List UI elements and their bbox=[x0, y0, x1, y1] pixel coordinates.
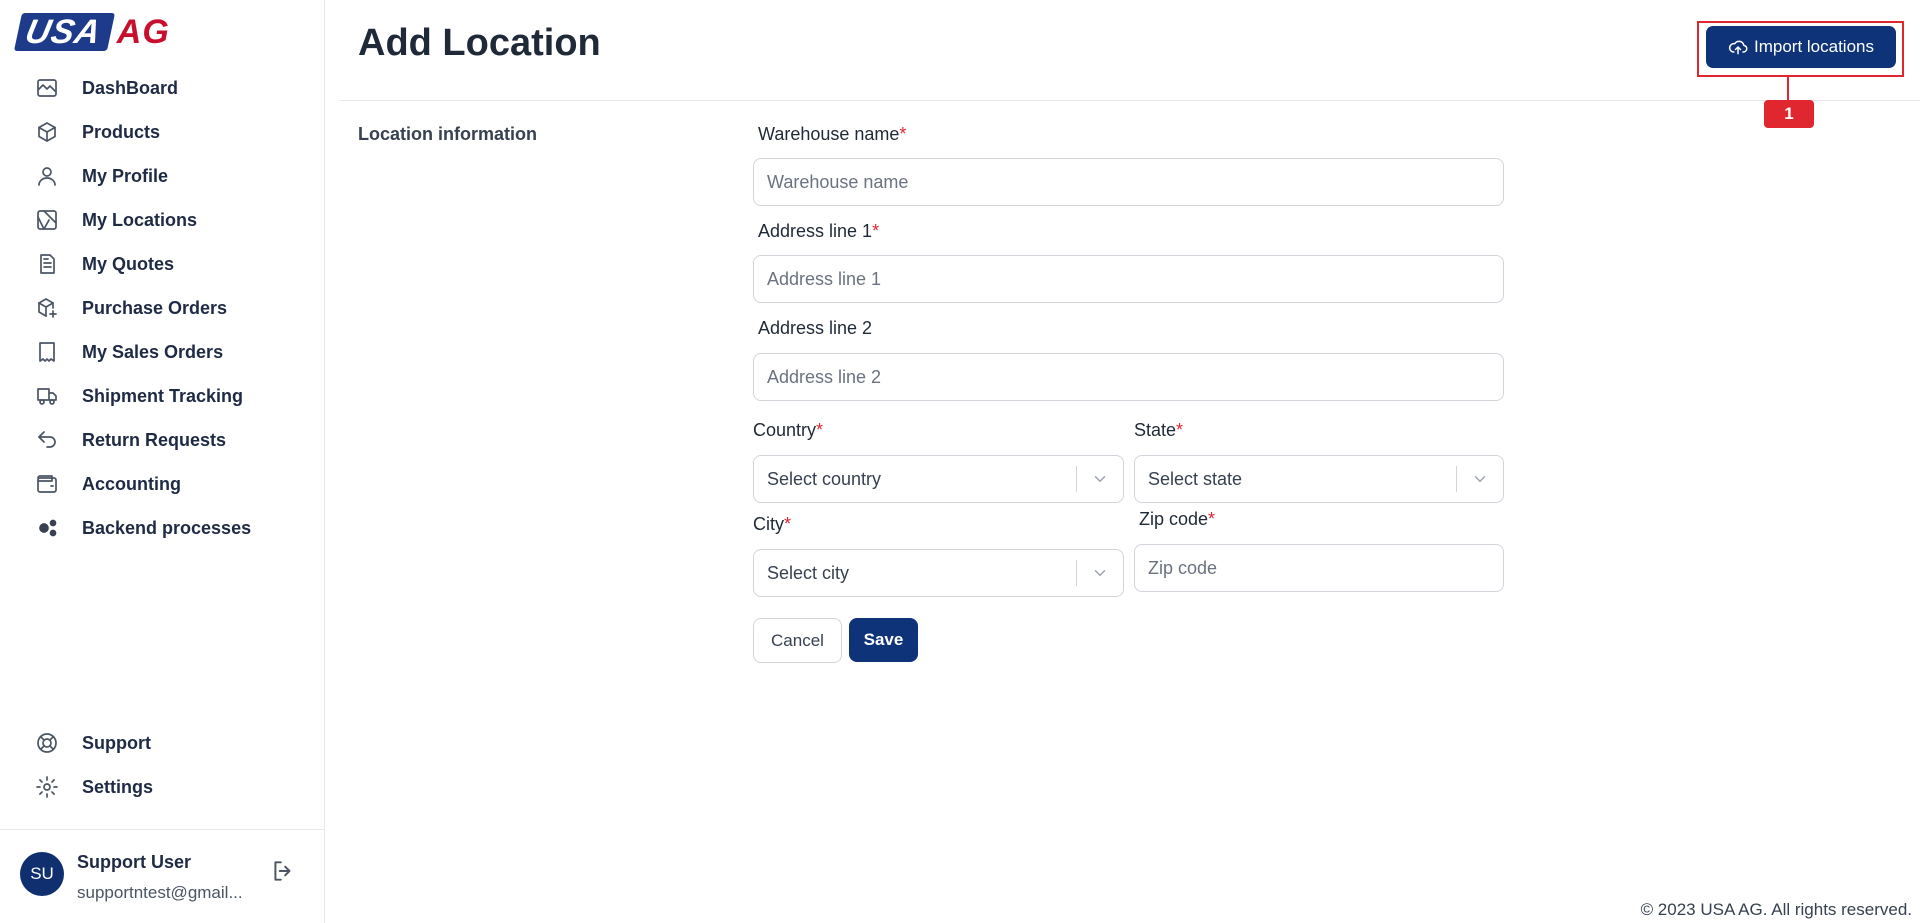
header-divider bbox=[340, 100, 1920, 101]
chevron-down-icon[interactable] bbox=[1077, 550, 1123, 596]
label-text: City bbox=[753, 514, 784, 534]
sidebar-item-products[interactable]: Products bbox=[0, 110, 324, 154]
user-email: supportntest@gmail... bbox=[77, 883, 243, 902]
country-select[interactable]: Select country bbox=[753, 455, 1124, 503]
sidebar-item-shipment-tracking[interactable]: Shipment Tracking bbox=[0, 374, 324, 418]
required-mark: * bbox=[1176, 420, 1184, 440]
required-mark: * bbox=[816, 420, 824, 440]
cloud-upload-icon bbox=[1728, 40, 1748, 55]
sidebar-item-my-profile[interactable]: My Profile bbox=[0, 154, 324, 198]
gear-icon bbox=[34, 774, 60, 800]
address-line-1-input[interactable] bbox=[753, 255, 1504, 303]
gears-icon bbox=[34, 515, 60, 541]
sidebar-item-label: Products bbox=[82, 121, 161, 142]
sidebar-item-purchase-orders[interactable]: Purchase Orders bbox=[0, 286, 324, 330]
annotation-marker: 1 bbox=[1764, 100, 1814, 128]
label-text: State bbox=[1134, 420, 1177, 440]
sidebar: USA AG DashBoard Products My Profile My … bbox=[0, 0, 325, 923]
annotation-connector bbox=[1787, 77, 1789, 101]
chevron-down-icon[interactable] bbox=[1457, 456, 1503, 502]
sidebar-item-my-quotes[interactable]: My Quotes bbox=[0, 242, 324, 286]
sidebar-item-label: Settings bbox=[82, 776, 154, 797]
state-label: State* bbox=[1134, 420, 1183, 441]
city-select-value: Select city bbox=[767, 562, 850, 583]
city-label: City* bbox=[753, 514, 791, 535]
truck-icon bbox=[34, 383, 60, 409]
address-line-2-input[interactable] bbox=[753, 353, 1504, 401]
zip-code-label: Zip code* bbox=[1139, 509, 1215, 530]
label-text: Address line 2 bbox=[758, 318, 873, 338]
sidebar-item-label: My Quotes bbox=[82, 253, 175, 274]
chevron-down-icon[interactable] bbox=[1077, 456, 1123, 502]
sidebar-item-settings[interactable]: Settings bbox=[0, 765, 324, 809]
sidebar-bottom-nav: Support Settings bbox=[0, 721, 324, 809]
page-title: Add Location bbox=[358, 22, 601, 64]
sidebar-item-label: Support bbox=[82, 732, 151, 753]
state-select-value: Select state bbox=[1148, 468, 1243, 489]
sidebar-item-accounting[interactable]: Accounting bbox=[0, 462, 324, 506]
label-text: Address line 1 bbox=[758, 221, 873, 241]
wallet-icon bbox=[34, 471, 60, 497]
section-label: Location information bbox=[358, 124, 537, 144]
sidebar-item-backend-processes[interactable]: Backend processes bbox=[0, 506, 324, 550]
sidebar-item-my-sales-orders[interactable]: My Sales Orders bbox=[0, 330, 324, 374]
label-text: Warehouse name bbox=[758, 124, 900, 144]
sidebar-item-label: Accounting bbox=[82, 473, 181, 494]
document-icon bbox=[34, 251, 60, 277]
city-select[interactable]: Select city bbox=[753, 549, 1124, 597]
warehouse-name-label: Warehouse name* bbox=[758, 124, 906, 145]
import-locations-label: Import locations bbox=[1754, 37, 1874, 56]
receipt-icon bbox=[34, 339, 60, 365]
sidebar-item-label: Return Requests bbox=[82, 429, 227, 450]
lifebuoy-icon bbox=[34, 730, 60, 756]
sidebar-item-support[interactable]: Support bbox=[0, 721, 324, 765]
sidebar-item-label: Shipment Tracking bbox=[82, 385, 244, 406]
cancel-button[interactable]: Cancel bbox=[753, 618, 842, 663]
sidebar-item-label: My Sales Orders bbox=[82, 341, 224, 362]
map-icon bbox=[34, 207, 60, 233]
country-label: Country* bbox=[753, 420, 823, 441]
zip-code-input[interactable] bbox=[1134, 544, 1504, 592]
sidebar-item-label: My Locations bbox=[82, 209, 198, 230]
chart-line-icon bbox=[34, 75, 60, 101]
required-mark: * bbox=[784, 514, 792, 534]
footer-copyright: © 2023 USA AG. All rights reserved. bbox=[1640, 900, 1912, 919]
return-arrow-icon bbox=[34, 427, 60, 453]
logo-usa-text: USA bbox=[13, 13, 115, 51]
label-text: Zip code bbox=[1139, 509, 1209, 529]
state-select[interactable]: Select state bbox=[1134, 455, 1504, 503]
label-text: Country bbox=[753, 420, 817, 440]
required-mark: * bbox=[1208, 509, 1216, 529]
logo-ag-text: AG bbox=[116, 13, 170, 51]
required-mark: * bbox=[872, 221, 880, 241]
sidebar-item-label: My Profile bbox=[82, 165, 169, 186]
avatar[interactable]: SU bbox=[20, 852, 64, 896]
sidebar-item-label: Purchase Orders bbox=[82, 297, 228, 318]
warehouse-name-input[interactable] bbox=[753, 158, 1504, 206]
logout-icon[interactable] bbox=[270, 858, 298, 886]
country-select-value: Select country bbox=[767, 468, 882, 489]
save-button[interactable]: Save bbox=[849, 618, 918, 662]
sidebar-item-label: DashBoard bbox=[82, 77, 179, 98]
required-mark: * bbox=[899, 124, 907, 144]
sidebar-item-label: Backend processes bbox=[82, 517, 252, 538]
user-name: Support User bbox=[77, 852, 192, 872]
package-plus-icon bbox=[34, 295, 60, 321]
sidebar-item-dashboard[interactable]: DashBoard bbox=[0, 66, 324, 110]
user-icon bbox=[34, 163, 60, 189]
sidebar-nav: DashBoard Products My Profile My Locatio… bbox=[0, 66, 324, 550]
address-line-2-label: Address line 2 bbox=[758, 318, 872, 339]
import-locations-button[interactable]: Import locations bbox=[1706, 26, 1896, 68]
sidebar-item-my-locations[interactable]: My Locations bbox=[0, 198, 324, 242]
address-line-1-label: Address line 1* bbox=[758, 221, 879, 242]
cube-icon bbox=[34, 119, 60, 145]
sidebar-item-return-requests[interactable]: Return Requests bbox=[0, 418, 324, 462]
brand-logo[interactable]: USA AG bbox=[13, 12, 170, 52]
